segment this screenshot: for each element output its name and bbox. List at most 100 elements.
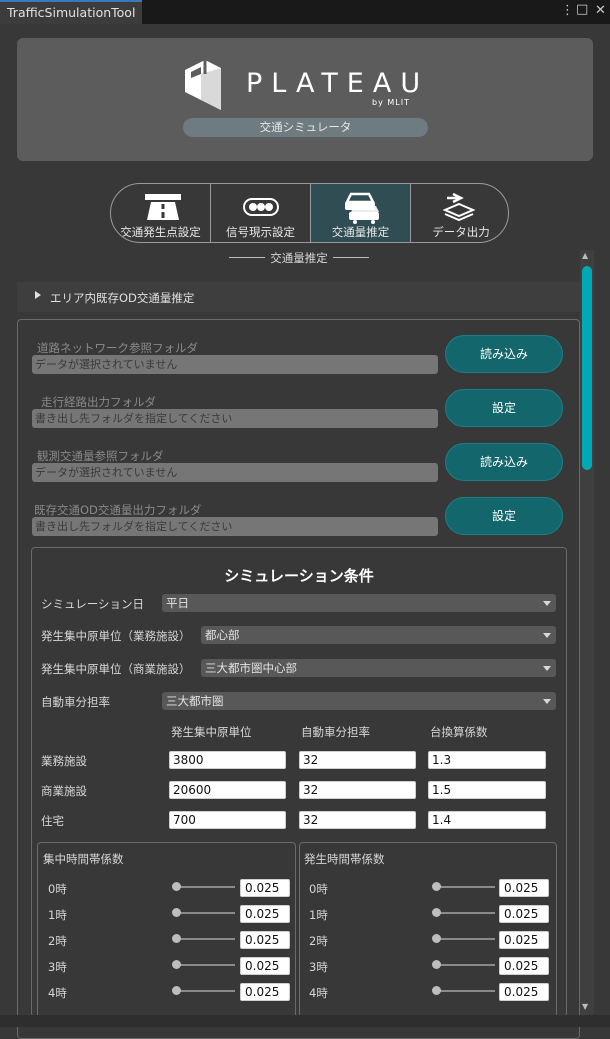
tab-label: 信号現示設定 <box>226 225 295 239</box>
chevron-down-icon <box>543 699 551 704</box>
car-share-dropdown[interactable]: 三大都市圏 <box>162 692 556 710</box>
layers-export-icon <box>443 192 475 222</box>
housing-unit-input[interactable]: 700 <box>169 811 286 829</box>
cars-icon <box>344 192 379 224</box>
od-output-set-button[interactable]: 設定 <box>445 497 563 535</box>
hour-slider[interactable] <box>434 990 495 992</box>
hour-coefficient-input[interactable]: 0.025 <box>499 879 549 897</box>
simulation-day-label: シミュレーション日 <box>41 597 145 611</box>
housing-factor-input[interactable]: 1.4 <box>428 811 546 829</box>
concentration-title: 集中時間帯係数 <box>43 852 124 866</box>
housing-share-input[interactable]: 32 <box>299 811 416 829</box>
window-tab[interactable]: TrafficSimulationTool <box>0 0 142 24</box>
hour-label: 3時 <box>309 960 328 974</box>
hour-slider[interactable] <box>434 912 495 914</box>
commercial-unit-input[interactable]: 20600 <box>169 781 286 799</box>
route-output-folder-field[interactable]: 書き出し先フォルダを指定してください <box>32 409 438 428</box>
slider-handle[interactable] <box>432 986 441 995</box>
hour-slider[interactable] <box>434 938 495 940</box>
road-network-folder-field[interactable]: データが選択されていません <box>32 355 438 374</box>
hour-label: 2時 <box>309 934 328 948</box>
slider-handle[interactable] <box>432 934 441 943</box>
hour-slider[interactable] <box>434 964 495 966</box>
tab-label: データ出力 <box>432 225 490 239</box>
tab-label: 交通発生点設定 <box>120 225 201 239</box>
tab-traffic-generation[interactable]: 交通発生点設定 <box>111 184 211 242</box>
hour-coefficient-input[interactable]: 0.025 <box>499 957 549 975</box>
od-output-folder-field[interactable]: 書き出し先フォルダを指定してください <box>32 517 438 536</box>
chevron-down-icon <box>543 666 551 671</box>
slider-handle[interactable] <box>432 960 441 969</box>
hour-label: 4時 <box>48 986 67 1000</box>
traffic-light-icon <box>243 198 279 216</box>
app-name-badge: 交通シミュレータ <box>183 118 428 137</box>
row-label-commercial: 商業施設 <box>41 784 87 798</box>
hour-coefficient-input[interactable]: 0.025 <box>240 983 290 1001</box>
slider-handle[interactable] <box>172 882 181 891</box>
road-network-load-button[interactable]: 読み込み <box>445 335 563 373</box>
column-header-car-share: 自動車分担率 <box>301 725 370 739</box>
slider-handle[interactable] <box>172 908 181 917</box>
hour-slider[interactable] <box>174 886 235 888</box>
business-unit-dropdown[interactable]: 都心部 <box>201 626 556 644</box>
slider-handle[interactable] <box>432 882 441 891</box>
hour-coefficient-input[interactable]: 0.025 <box>499 983 549 1001</box>
observed-traffic-folder-field[interactable]: データが選択されていません <box>32 463 438 482</box>
hour-coefficient-input[interactable]: 0.025 <box>240 905 290 923</box>
tab-traffic-estimation[interactable]: 交通量推定 <box>311 184 411 242</box>
business-factor-input[interactable]: 1.3 <box>428 751 546 769</box>
hour-coefficient-input[interactable]: 0.025 <box>240 879 290 897</box>
observed-traffic-folder-label: 観測交通量参照フォルダ <box>37 449 164 463</box>
row-label-housing: 住宅 <box>41 814 64 828</box>
dropdown-value: 都心部 <box>205 628 240 642</box>
slider-handle[interactable] <box>432 908 441 917</box>
hour-coefficient-input[interactable]: 0.025 <box>499 931 549 949</box>
hour-label: 4時 <box>309 986 328 1000</box>
maximize-icon[interactable]: □ <box>576 3 588 17</box>
business-unit-input[interactable]: 3800 <box>169 751 286 769</box>
hour-coefficient-input[interactable]: 0.025 <box>240 957 290 975</box>
generation-title: 発生時間帯係数 <box>304 852 385 866</box>
slider-handle[interactable] <box>172 986 181 995</box>
scrollbar-thumb[interactable] <box>582 266 592 470</box>
hour-slider[interactable] <box>174 990 235 992</box>
hour-slider[interactable] <box>174 938 235 940</box>
route-output-folder-label: 走行経路出力フォルダ <box>41 395 156 409</box>
od-output-folder-label: 既存交通OD交通量出力フォルダ <box>34 503 202 517</box>
scroll-up-icon[interactable]: ▲ <box>582 251 588 260</box>
commercial-share-input[interactable]: 32 <box>299 781 416 799</box>
hour-coefficient-input[interactable]: 0.025 <box>499 905 549 923</box>
commercial-unit-dropdown[interactable]: 三大都市圏中心部 <box>201 659 556 677</box>
plateau-logo-icon <box>185 60 221 110</box>
hour-coefficient-input[interactable]: 0.025 <box>240 931 290 949</box>
section-title: 交通量推定 <box>229 250 369 266</box>
hour-label: 3時 <box>48 960 67 974</box>
chevron-down-icon <box>543 633 551 638</box>
menu-icon[interactable]: ⋮ <box>561 4 574 18</box>
close-icon[interactable]: ✕ <box>595 4 606 18</box>
logo-subtext: by MLIT <box>372 98 410 107</box>
simulation-day-dropdown[interactable]: 平日 <box>162 594 556 612</box>
triangle-right-icon[interactable] <box>35 291 41 299</box>
hour-slider[interactable] <box>434 886 495 888</box>
slider-handle[interactable] <box>172 960 181 969</box>
road-network-folder-label: 道路ネットワーク参照フォルダ <box>37 341 198 355</box>
row-label-business: 業務施設 <box>41 754 87 768</box>
hour-slider[interactable] <box>174 964 235 966</box>
tab-signal-phase[interactable]: 信号現示設定 <box>211 184 311 242</box>
observed-traffic-load-button[interactable]: 読み込み <box>445 443 563 481</box>
route-output-set-button[interactable]: 設定 <box>445 389 563 427</box>
chevron-down-icon <box>543 601 551 606</box>
column-header-generation-unit: 発生集中原単位 <box>171 725 252 739</box>
tab-data-output[interactable]: データ出力 <box>411 184 508 242</box>
foldout-label: エリア内既存OD交通量推定 <box>50 291 195 305</box>
hour-slider[interactable] <box>174 912 235 914</box>
mode-tab-bar: 交通発生点設定 信号現示設定 交通量推定 データ出力 <box>110 183 509 243</box>
commercial-factor-input[interactable]: 1.5 <box>428 781 546 799</box>
business-unit-label: 発生集中原単位（業務施設） <box>41 629 191 643</box>
scroll-down-icon[interactable]: ▼ <box>582 1002 588 1011</box>
slider-handle[interactable] <box>172 934 181 943</box>
hour-label: 2時 <box>48 934 67 948</box>
business-share-input[interactable]: 32 <box>299 751 416 769</box>
conditions-title: シミュレーション条件 <box>224 567 374 585</box>
